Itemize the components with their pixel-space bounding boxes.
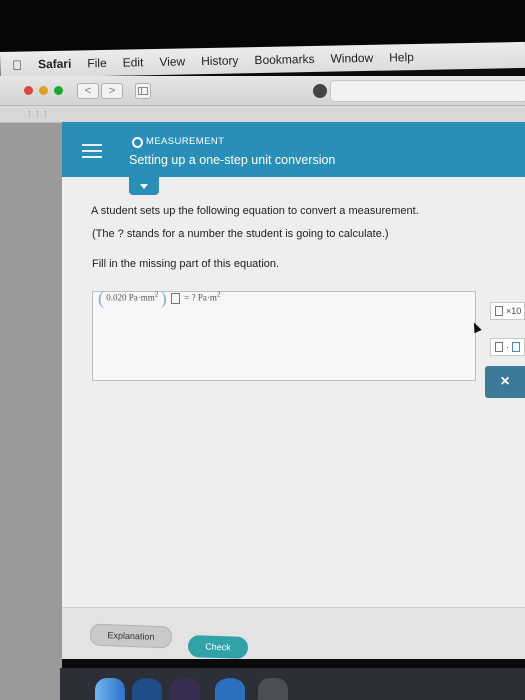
- menu-item-history[interactable]: History: [201, 53, 239, 68]
- box-icon: [512, 342, 520, 352]
- close-window-button[interactable]: [24, 86, 33, 95]
- launchpad-icon[interactable]: [132, 678, 162, 700]
- minimize-window-button[interactable]: [39, 86, 48, 95]
- page-content: [62, 122, 525, 658]
- menu-item-file[interactable]: File: [87, 56, 107, 70]
- menu-icon[interactable]: [82, 144, 102, 162]
- menu-app-name[interactable]: Safari: [38, 57, 72, 72]
- menu-item-bookmarks[interactable]: Bookmarks: [254, 52, 314, 67]
- equation-exponent: 2: [154, 289, 159, 299]
- zoom-window-button[interactable]: [54, 86, 63, 95]
- dock: [60, 668, 525, 700]
- check-button[interactable]: Check: [187, 634, 249, 660]
- equation: ( 0.020 Pa·mm2 ) = ? Pa·m2: [98, 288, 221, 309]
- right-paren: ): [160, 288, 167, 308]
- box-icon: [495, 306, 503, 316]
- missing-factor-input[interactable]: [171, 293, 180, 304]
- left-paren: (: [98, 288, 104, 308]
- menu-item-edit[interactable]: Edit: [123, 55, 144, 69]
- topic-label: MEASUREMENT: [146, 136, 225, 147]
- sci-notation-label: ×10: [506, 306, 522, 316]
- topic-progress-icon: [132, 137, 143, 148]
- box-icon: [495, 342, 503, 352]
- equation-result-exponent: 2: [216, 289, 221, 299]
- menu-item-window[interactable]: Window: [330, 51, 373, 66]
- lesson-title: Setting up a one-step unit conversion: [129, 153, 336, 167]
- back-button[interactable]: <: [77, 82, 99, 99]
- question-line-1: A student sets up the following equation…: [91, 205, 419, 217]
- menu-item-help[interactable]: Help: [389, 50, 414, 64]
- lesson-header: MEASUREMENT Setting up a one-step unit c…: [62, 122, 525, 177]
- bookmarks-bar: ⋮⋮⋮: [0, 106, 525, 123]
- dot-label: ·: [506, 342, 509, 352]
- question-line-3: Fill in the missing part of this equatio…: [92, 258, 280, 270]
- apple-icon[interactable]: : [12, 57, 22, 72]
- grid-icon[interactable]: ⋮⋮⋮: [26, 110, 50, 118]
- siri-icon[interactable]: [170, 678, 200, 700]
- forward-button[interactable]: >: [101, 82, 123, 99]
- address-bar[interactable]: [330, 80, 525, 102]
- equation-unit: Pa·mm: [128, 292, 155, 303]
- question-line-2: (The ? stands for a number the student i…: [92, 228, 389, 240]
- equation-value: 0.020: [106, 292, 127, 303]
- menu-item-view[interactable]: View: [159, 54, 185, 68]
- explanation-button[interactable]: Explanation: [89, 623, 173, 649]
- screen-bezel-left: [0, 122, 62, 700]
- app-icon[interactable]: [258, 678, 288, 700]
- sidebar-toggle-icon[interactable]: [135, 82, 151, 99]
- collapse-tab[interactable]: [129, 177, 159, 195]
- extension-icon[interactable]: [313, 83, 327, 98]
- finder-icon[interactable]: [95, 678, 125, 700]
- equation-result-unit: Pa·m: [197, 292, 217, 303]
- safari-icon[interactable]: [215, 678, 245, 700]
- clear-button[interactable]: ×: [485, 366, 525, 398]
- sci-notation-button[interactable]: ×10: [490, 302, 525, 320]
- multiply-dot-button[interactable]: ·: [490, 338, 525, 356]
- chevron-down-icon: [140, 183, 148, 189]
- equation-equals: = ?: [184, 292, 196, 303]
